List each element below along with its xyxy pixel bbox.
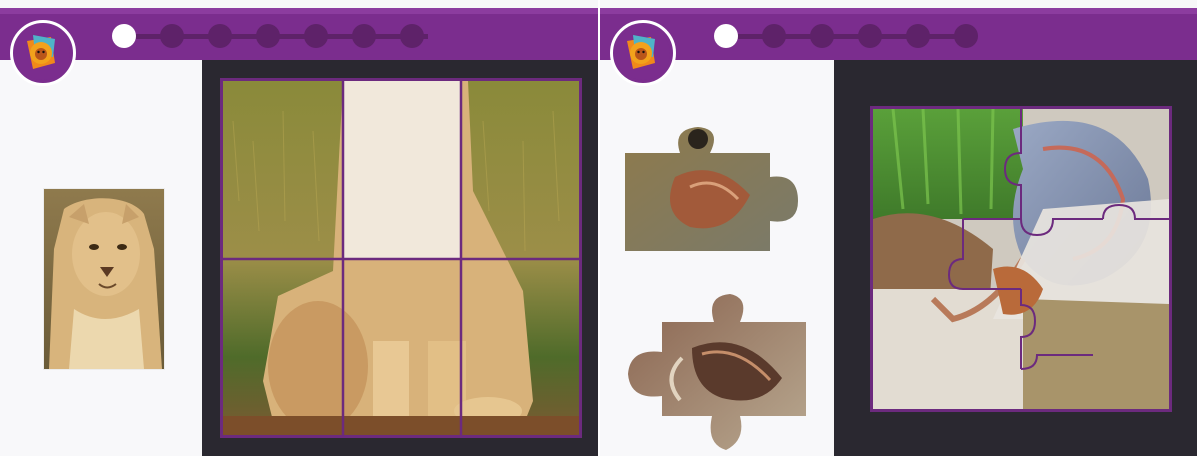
lion-puzzle-screen	[0, 0, 598, 456]
empty-slot-hint	[343, 81, 461, 259]
progress-dot-icon	[400, 24, 424, 48]
progress-dot-icon	[858, 24, 882, 48]
snail-puzzle-image	[873, 109, 1169, 409]
loose-puzzle-piece[interactable]	[622, 288, 812, 456]
pieces-tray	[600, 60, 832, 456]
puzzle-grid	[870, 106, 1172, 412]
snail-puzzle-screen	[600, 0, 1197, 456]
progress-dot-icon	[954, 24, 978, 48]
progress-dot-icon	[304, 24, 328, 48]
lion-logo-icon[interactable]	[610, 20, 676, 86]
puzzle-board	[202, 60, 598, 456]
progress-dot-icon	[256, 24, 280, 48]
progress-dot-icon	[810, 24, 834, 48]
reference-panel	[0, 60, 200, 456]
puzzle-grid	[220, 78, 582, 438]
progress-dot-icon	[160, 24, 184, 48]
progress-dot-icon	[762, 24, 786, 48]
progress-dot-icon	[208, 24, 232, 48]
puzzle-board	[834, 60, 1197, 456]
lion-logo-icon[interactable]	[10, 20, 76, 86]
progress-dot-icon	[352, 24, 376, 48]
lion-puzzle-image	[223, 81, 579, 435]
reference-image-lioness	[43, 188, 165, 370]
progress-dot-icon	[906, 24, 930, 48]
progress-dot-icon	[714, 24, 738, 48]
progress-dot-icon	[112, 24, 136, 48]
loose-puzzle-piece[interactable]	[620, 117, 810, 263]
